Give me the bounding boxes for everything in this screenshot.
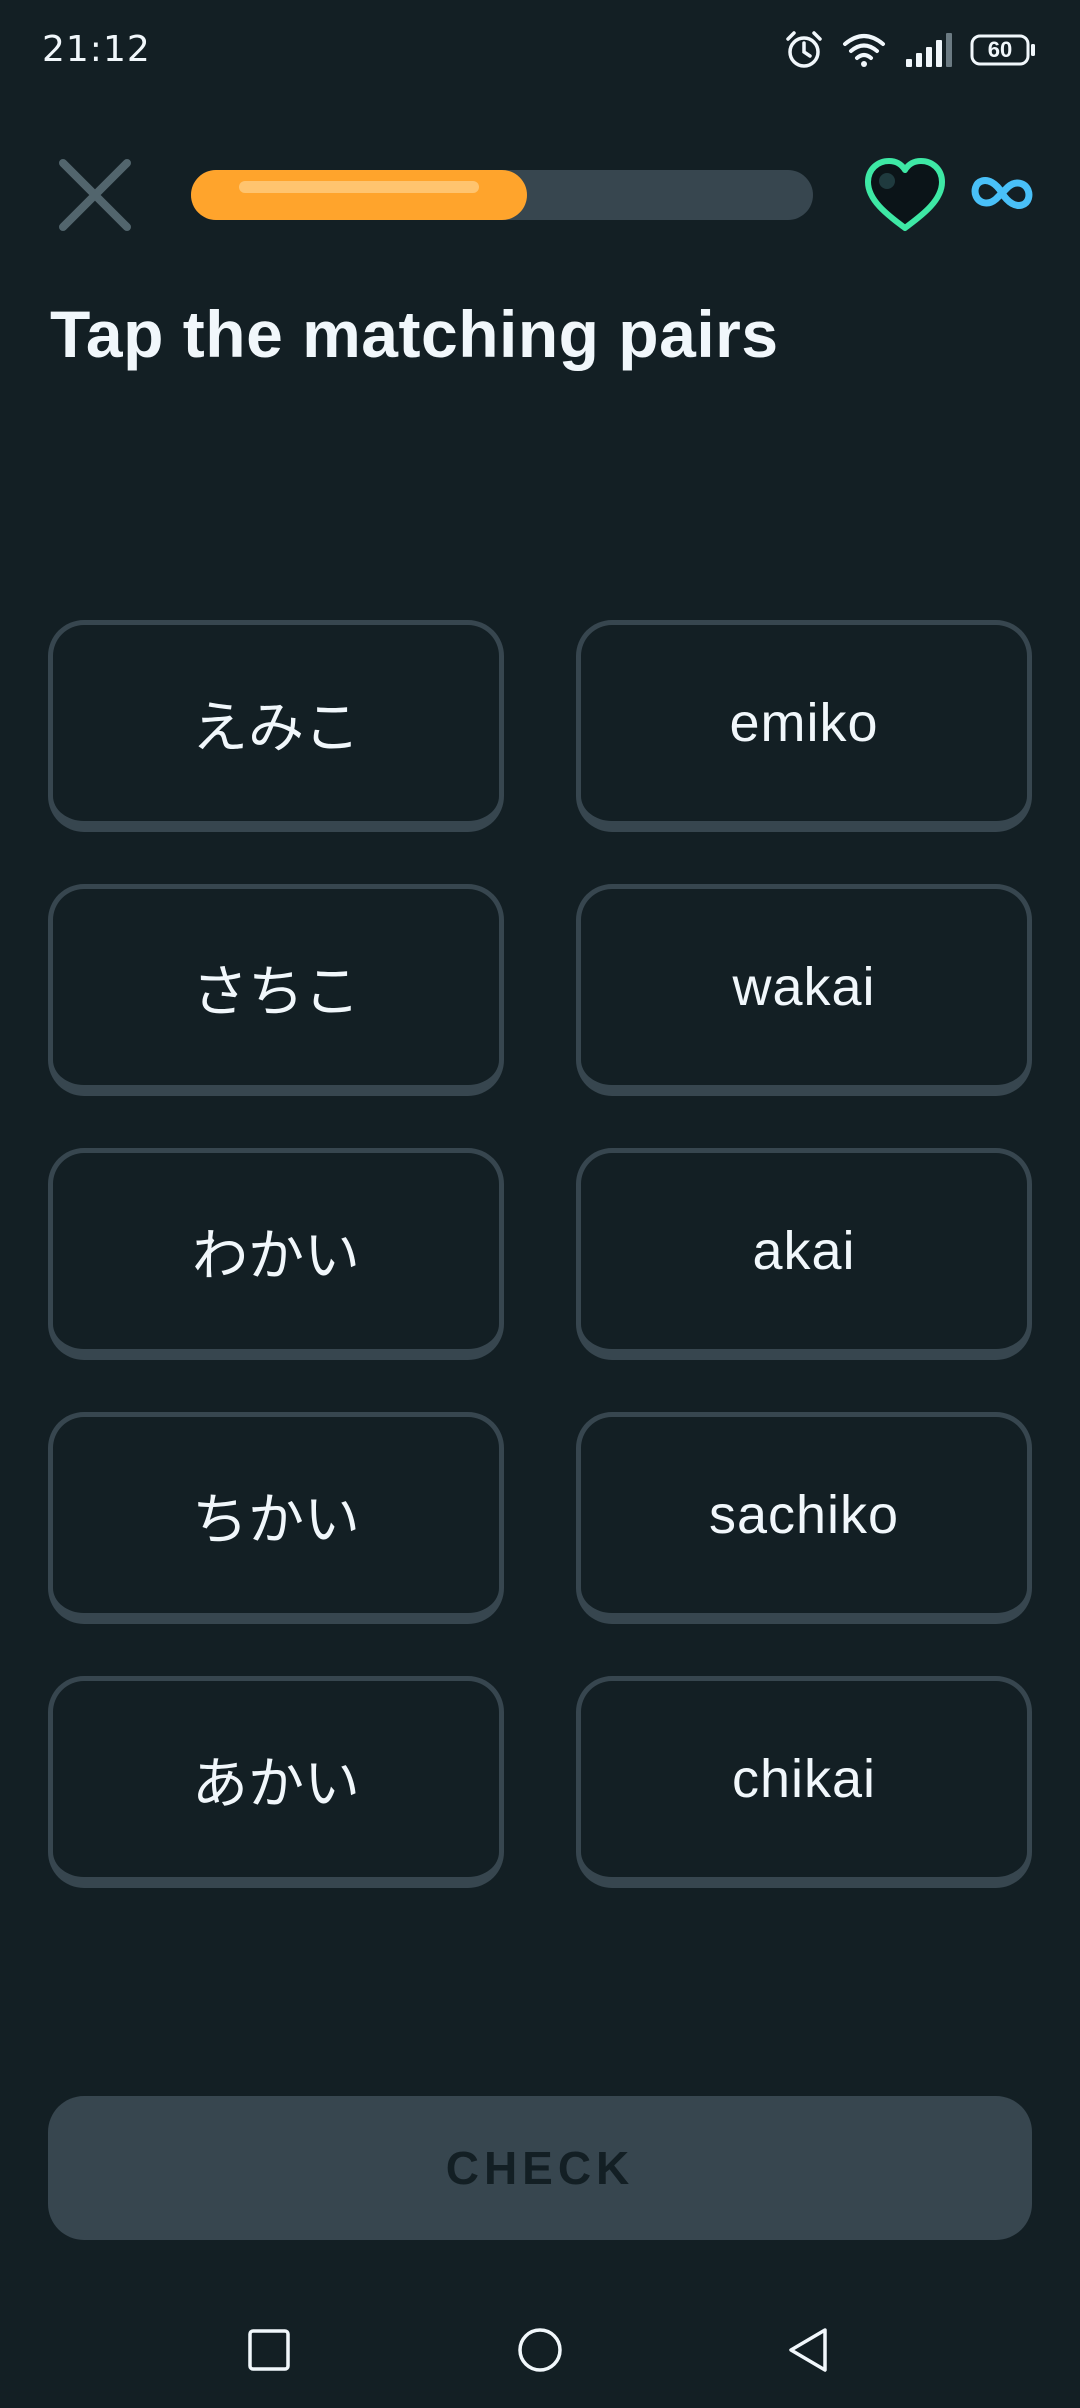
signal-icon: [904, 33, 952, 67]
lesson-progress-fill: [191, 170, 527, 220]
lesson-progress-bar: [191, 170, 813, 220]
pair-tile-left-5[interactable]: あかい: [48, 1676, 504, 1888]
tile-label: emiko: [729, 693, 879, 753]
status-bar: 21:12 60: [0, 0, 1080, 100]
system-nav-bar: [0, 2290, 1080, 2408]
tile-label: sachiko: [708, 1485, 900, 1545]
status-icons: 60: [784, 28, 1036, 72]
page-title: Tap the matching pairs: [50, 297, 779, 371]
home-button[interactable]: [500, 2310, 580, 2390]
pair-tile-right-1[interactable]: emiko: [576, 620, 1032, 832]
battery-icon: 60: [970, 34, 1036, 66]
pair-tile-right-4[interactable]: sachiko: [576, 1412, 1032, 1624]
wifi-icon: [842, 32, 886, 68]
battery-level: 60: [987, 37, 1013, 62]
tile-label: わかい: [192, 1223, 360, 1289]
home-icon: [518, 2328, 562, 2372]
pair-tile-left-4[interactable]: ちかい: [48, 1412, 504, 1624]
pair-tile-right-3[interactable]: akai: [576, 1148, 1032, 1360]
recents-button[interactable]: [229, 2310, 309, 2390]
pair-tile-right-2[interactable]: wakai: [576, 884, 1032, 1096]
check-button[interactable]: CHECK: [48, 2096, 1032, 2240]
pair-tile-left-1[interactable]: えみこ: [48, 620, 504, 832]
pair-tile-right-5[interactable]: chikai: [576, 1676, 1032, 1888]
tile-label: えみこ: [192, 695, 360, 761]
tile-label: wakai: [732, 957, 876, 1017]
pair-tile-left-2[interactable]: さちこ: [48, 884, 504, 1096]
back-button[interactable]: [768, 2310, 848, 2390]
pair-tile-left-3[interactable]: わかい: [48, 1148, 504, 1360]
close-button[interactable]: [52, 152, 138, 238]
alarm-icon: [784, 30, 824, 70]
tile-label: chikai: [731, 1749, 877, 1809]
tile-label: あかい: [192, 1751, 360, 1817]
recents-icon: [248, 2329, 290, 2371]
close-icon: [59, 159, 131, 231]
status-time: 21:12: [42, 29, 151, 70]
tile-label: さちこ: [192, 959, 360, 1025]
infinity-icon: [971, 177, 1033, 209]
back-icon: [789, 2328, 827, 2372]
matching-pairs-grid: えみこ emiko さちこ wakai わかい akai ちかい sachiko…: [48, 620, 1032, 1888]
progress-shine: [239, 181, 479, 193]
tile-label: ちかい: [192, 1487, 360, 1553]
check-button-label: CHECK: [445, 2142, 635, 2194]
tile-label: akai: [752, 1221, 856, 1281]
heart-icon[interactable]: [862, 156, 948, 234]
